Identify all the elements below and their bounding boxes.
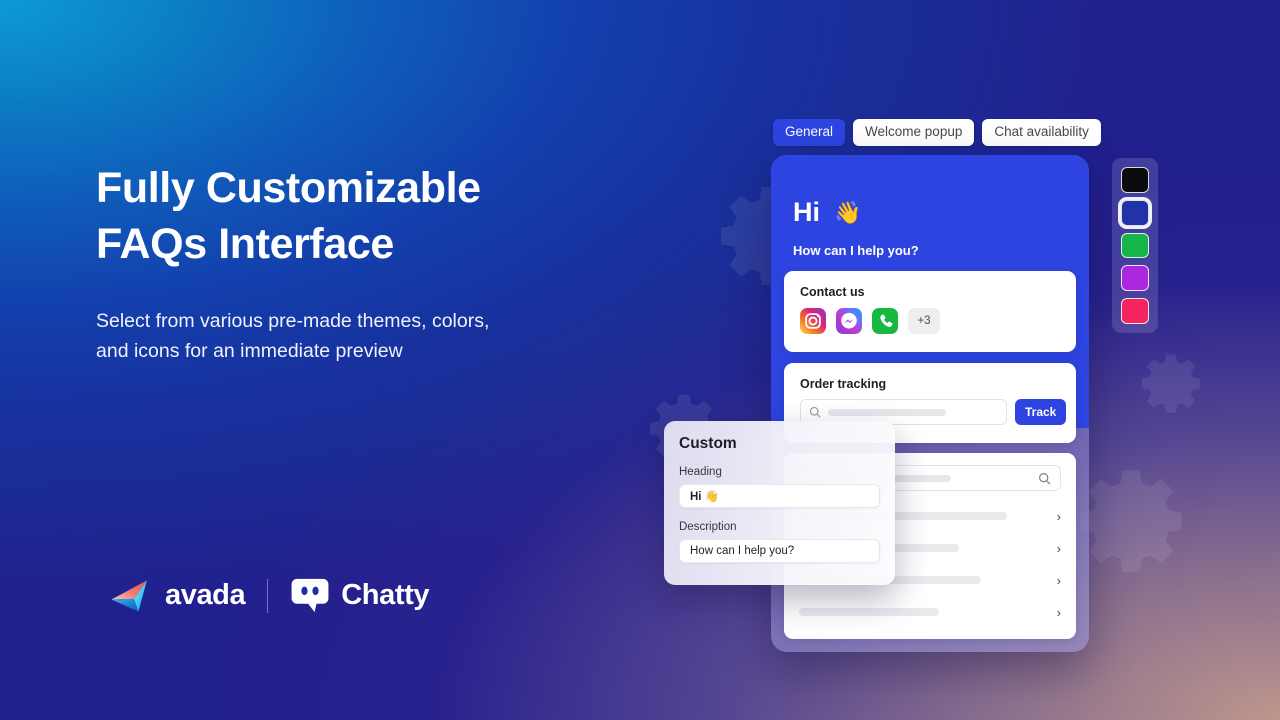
tab-general[interactable]: General: [773, 119, 846, 146]
hero-description: Select from various pre-made themes, col…: [96, 310, 490, 362]
custom-settings-panel: Custom Heading Hi 👋 Description How can …: [664, 421, 895, 585]
more-channels-badge[interactable]: +3: [908, 308, 940, 334]
chevron-right-icon: ›: [1056, 572, 1061, 588]
contact-us-card: Contact us +3: [784, 271, 1076, 352]
chevron-right-icon: ›: [1056, 604, 1061, 620]
contact-us-title: Contact us: [800, 285, 865, 299]
messenger-icon[interactable]: [836, 308, 862, 334]
chat-bubble-icon: [291, 578, 329, 613]
custom-panel-title: Custom: [679, 435, 737, 452]
chatty-logo-text: Chatty: [341, 579, 430, 611]
instagram-icon[interactable]: [800, 308, 826, 334]
chevron-right-icon: ›: [1056, 508, 1061, 524]
track-button[interactable]: Track: [1015, 399, 1067, 425]
color-palette: [1112, 158, 1158, 333]
contact-channel-list: +3: [800, 308, 940, 334]
gear-decoration-icon: [1141, 354, 1201, 413]
tab-chat-availability[interactable]: Chat availability: [982, 119, 1101, 146]
phone-icon[interactable]: [872, 308, 898, 334]
preview-tabs: General Welcome popup Chat availability: [773, 119, 1101, 146]
tab-welcome-popup[interactable]: Welcome popup: [853, 119, 975, 146]
color-swatch-green[interactable]: [1121, 232, 1149, 259]
waving-hand-icon: 👋: [834, 199, 862, 225]
heading-input[interactable]: Hi 👋: [679, 484, 880, 508]
chevron-right-icon: ›: [1056, 540, 1061, 556]
search-icon: [809, 406, 821, 418]
gear-decoration-icon: [1080, 470, 1182, 572]
color-swatch-pink[interactable]: [1121, 298, 1149, 324]
order-tracking-title: Order tracking: [800, 377, 887, 391]
description-field-label: Description: [679, 521, 737, 533]
widget-heading: Hi 👋: [793, 197, 861, 228]
faq-item-placeholder: [799, 608, 939, 616]
avada-paper-plane-icon: [111, 579, 147, 612]
widget-heading-text: Hi: [793, 197, 820, 227]
faq-list-item[interactable]: ›: [799, 599, 1061, 625]
page-title: Fully Customizable FAQs Interface: [96, 160, 616, 272]
page-title-line-1: Fully Customizable: [96, 164, 481, 212]
description-input[interactable]: How can I help you?: [679, 539, 880, 563]
color-swatch-black[interactable]: [1121, 167, 1149, 193]
avada-logo: avada: [110, 579, 246, 613]
avada-logo-text: avada: [165, 579, 246, 611]
search-icon: [1039, 472, 1051, 484]
logo-divider: [267, 578, 269, 613]
widget-subheading: How can I help you?: [793, 243, 919, 258]
chatty-logo: Chatty: [290, 578, 429, 613]
color-swatch-purple[interactable]: [1121, 265, 1149, 292]
brand-logos: avada Chatty: [110, 578, 429, 613]
heading-field-label: Heading: [679, 466, 722, 478]
page-title-line-2: FAQs Interface: [96, 220, 394, 268]
hero-copy: Fully Customizable FAQs Interface Select…: [96, 160, 616, 366]
color-swatch-blue[interactable]: [1121, 199, 1149, 226]
